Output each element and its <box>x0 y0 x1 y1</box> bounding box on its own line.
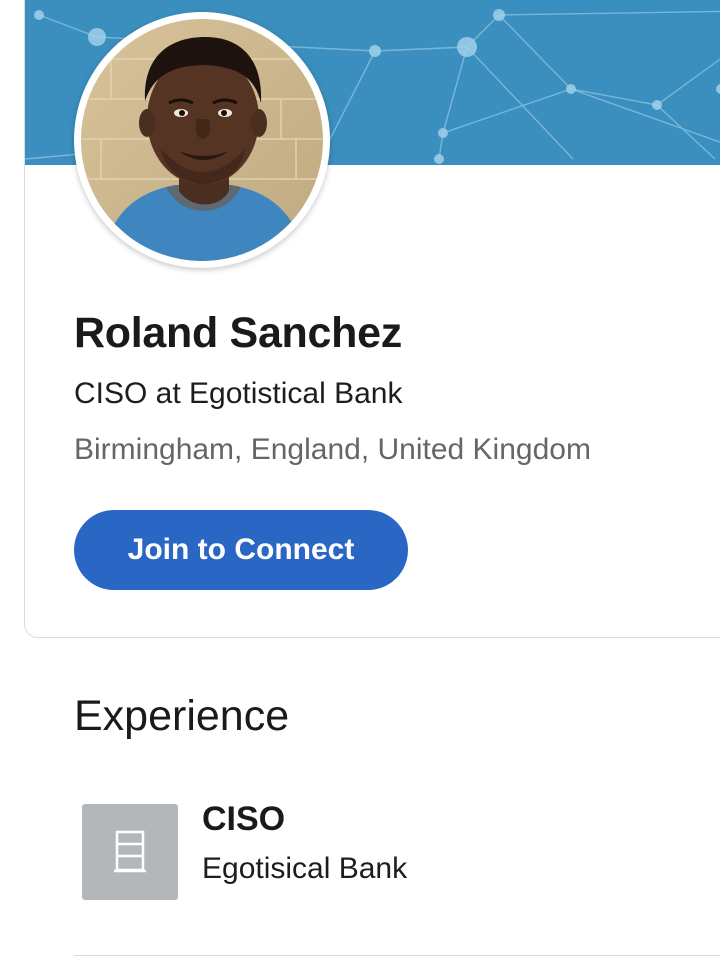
profile-page: Roland Sanchez CISO at Egotistical Bank … <box>0 0 720 958</box>
experience-item[interactable]: CISO Egotisical Bank <box>74 790 720 910</box>
profile-headline: CISO at Egotistical Bank <box>74 377 403 410</box>
join-to-connect-button[interactable]: Join to Connect <box>74 510 408 590</box>
section-divider <box>74 955 720 956</box>
profile-name: Roland Sanchez <box>74 309 402 357</box>
experience-title[interactable]: CISO <box>202 800 285 839</box>
profile-photo <box>81 19 323 261</box>
profile-location: Birmingham, England, United Kingdom <box>74 433 591 466</box>
company-logo[interactable] <box>82 804 178 900</box>
experience-company[interactable]: Egotisical Bank <box>202 852 407 886</box>
avatar <box>74 12 330 268</box>
building-icon <box>114 830 146 873</box>
profile-photo-image <box>81 19 323 261</box>
experience-section-title: Experience <box>74 692 290 740</box>
